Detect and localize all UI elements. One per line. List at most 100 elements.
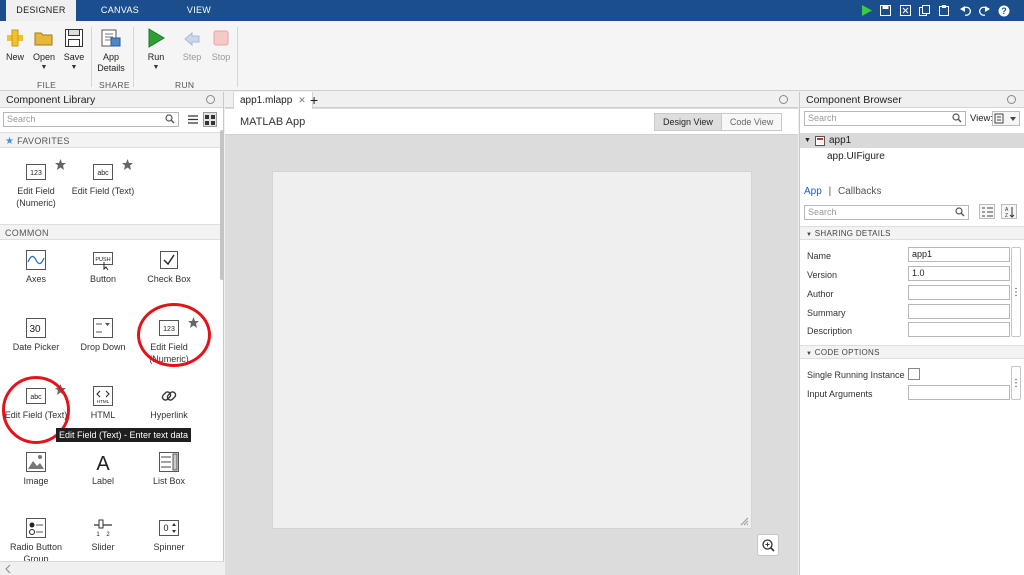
component-date-picker[interactable]: 30 Date Picker xyxy=(3,318,69,353)
common-header[interactable]: COMMON xyxy=(0,224,220,240)
file-section-label: FILE xyxy=(37,80,57,90)
step-button[interactable]: Step xyxy=(177,27,207,63)
search-icon xyxy=(165,114,175,124)
code-options-header[interactable]: ▼ CODE OPTIONS xyxy=(800,345,1024,359)
sort-az-icon: AZ xyxy=(1005,206,1014,218)
tab-canvas[interactable]: CANVAS xyxy=(86,0,154,21)
resize-grip-icon[interactable] xyxy=(739,516,749,526)
design-view-button[interactable]: Design View xyxy=(655,114,722,130)
view-options-dropdown[interactable] xyxy=(992,111,1020,126)
browser-search-input[interactable]: Search xyxy=(804,111,966,126)
horizontal-scrollbar[interactable] xyxy=(0,561,224,575)
component-axes[interactable]: Axes xyxy=(3,250,69,285)
add-tab-icon[interactable]: + xyxy=(310,92,318,108)
paste-icon[interactable] xyxy=(937,3,952,18)
open-button[interactable]: Open ▼ xyxy=(29,27,59,71)
save-button[interactable]: Save ▼ xyxy=(59,27,89,71)
run-button[interactable]: Run ▼ xyxy=(141,27,171,71)
tab-view[interactable]: VIEW xyxy=(165,0,233,21)
panel-menu-icon[interactable] xyxy=(779,95,788,104)
redo-icon[interactable] xyxy=(977,3,992,18)
tree-node-uifigure[interactable]: app.UIFigure xyxy=(800,149,1024,164)
svg-text:2: 2 xyxy=(106,532,110,538)
close-icon[interactable]: ✕ xyxy=(298,95,306,105)
component-image[interactable]: Image xyxy=(3,452,69,487)
list-view-icon[interactable] xyxy=(186,112,200,127)
tab-app1-mlapp[interactable]: app1.mlapp ✕ xyxy=(233,92,313,109)
ui-figure-canvas[interactable] xyxy=(272,171,752,529)
label-icon: A xyxy=(93,452,113,472)
more-options-scrollbar[interactable]: ⋮ xyxy=(1011,247,1021,337)
grid-view-icon[interactable] xyxy=(203,112,217,127)
description-field[interactable] xyxy=(908,322,1010,337)
code-view-button[interactable]: Code View xyxy=(722,114,781,130)
panel-menu-icon[interactable] xyxy=(206,95,215,104)
group-view-button[interactable] xyxy=(979,204,995,219)
component-spinner[interactable]: 0 Spinner xyxy=(136,518,202,553)
component-hyperlink[interactable]: Hyperlink xyxy=(136,386,202,421)
highlight-circle-numeric xyxy=(137,303,211,367)
name-field[interactable]: app1 xyxy=(908,247,1010,262)
zoom-button[interactable] xyxy=(757,534,779,556)
author-field[interactable] xyxy=(908,285,1010,300)
panel-title: Component Library xyxy=(6,94,96,106)
copy-icon[interactable] xyxy=(917,3,932,18)
share-section-label: SHARE xyxy=(99,80,130,90)
stop-button[interactable]: Stop xyxy=(206,27,236,63)
library-search-input[interactable]: Search xyxy=(3,112,179,127)
component-check-box[interactable]: Check Box xyxy=(136,250,202,285)
component-list-box[interactable]: List Box xyxy=(136,452,202,487)
component-slider[interactable]: 12 Slider xyxy=(70,518,136,553)
component-radio-button-group[interactable]: Radio Button Group xyxy=(3,518,69,565)
sharing-details-header[interactable]: ▼ SHARING DETAILS xyxy=(800,226,1024,240)
app-header: MATLAB App Design View Code View xyxy=(225,109,798,135)
help-icon[interactable]: ? xyxy=(996,3,1011,18)
component-html[interactable]: HTML HTML xyxy=(70,386,136,421)
design-canvas-panel: app1.mlapp ✕ + MATLAB App Design View Cod… xyxy=(225,92,798,575)
run-section-label: RUN xyxy=(175,80,195,90)
prop-label-author: Author xyxy=(807,289,834,299)
star-icon[interactable] xyxy=(122,159,133,170)
step-icon xyxy=(181,27,203,49)
star-icon[interactable] xyxy=(55,159,66,170)
search-icon xyxy=(955,207,965,217)
single-instance-checkbox[interactable] xyxy=(908,368,920,380)
version-field[interactable]: 1.0 xyxy=(908,266,1010,281)
folder-icon xyxy=(33,27,55,49)
push-button-icon: PUSH xyxy=(93,250,113,270)
vertical-scrollbar[interactable] xyxy=(220,130,224,280)
tab-designer[interactable]: DESIGNER xyxy=(6,0,76,21)
slider-icon: 12 xyxy=(93,518,113,538)
favorites-header[interactable]: ★ FAVORITES xyxy=(0,132,220,148)
tab-callbacks[interactable]: Callbacks xyxy=(838,186,881,197)
tab-app[interactable]: App xyxy=(804,186,822,197)
tooltip: Edit Field (Text) - Enter text data xyxy=(56,428,192,442)
html-icon: HTML xyxy=(93,386,113,406)
inspector-tabs: App | Callbacks xyxy=(804,186,882,197)
close-file-icon[interactable] xyxy=(898,3,913,18)
app-details-button[interactable]: App Details xyxy=(95,27,127,74)
save-icon[interactable] xyxy=(878,3,893,18)
svg-text:Z: Z xyxy=(1005,213,1008,218)
summary-field[interactable] xyxy=(908,304,1010,319)
floppy-icon xyxy=(63,27,85,49)
undo-icon[interactable] xyxy=(958,3,973,18)
svg-text:A: A xyxy=(96,453,110,472)
app-title: MATLAB App xyxy=(240,116,306,128)
component-button[interactable]: PUSH Button xyxy=(70,250,136,285)
svg-text:PUSH: PUSH xyxy=(95,257,110,263)
more-options-scrollbar[interactable]: ⋮ xyxy=(1011,366,1021,400)
list-group-icon xyxy=(981,207,993,216)
run-icon[interactable] xyxy=(859,3,874,18)
component-label[interactable]: A Label xyxy=(70,452,136,487)
input-arguments-field[interactable] xyxy=(908,385,1010,400)
new-button[interactable]: New xyxy=(0,27,30,63)
radio-group-icon xyxy=(26,518,46,538)
sort-az-button[interactable]: AZ xyxy=(1001,204,1017,219)
play-icon xyxy=(145,27,167,49)
component-drop-down[interactable]: Drop Down xyxy=(70,318,136,353)
tree-node-app1[interactable]: ▼ app1 xyxy=(800,133,1024,148)
inspector-search-input[interactable]: Search xyxy=(804,205,969,220)
toolstrip: New Open ▼ Save ▼ FILE App Details SHARE… xyxy=(0,21,1024,91)
panel-menu-icon[interactable] xyxy=(1007,95,1016,104)
